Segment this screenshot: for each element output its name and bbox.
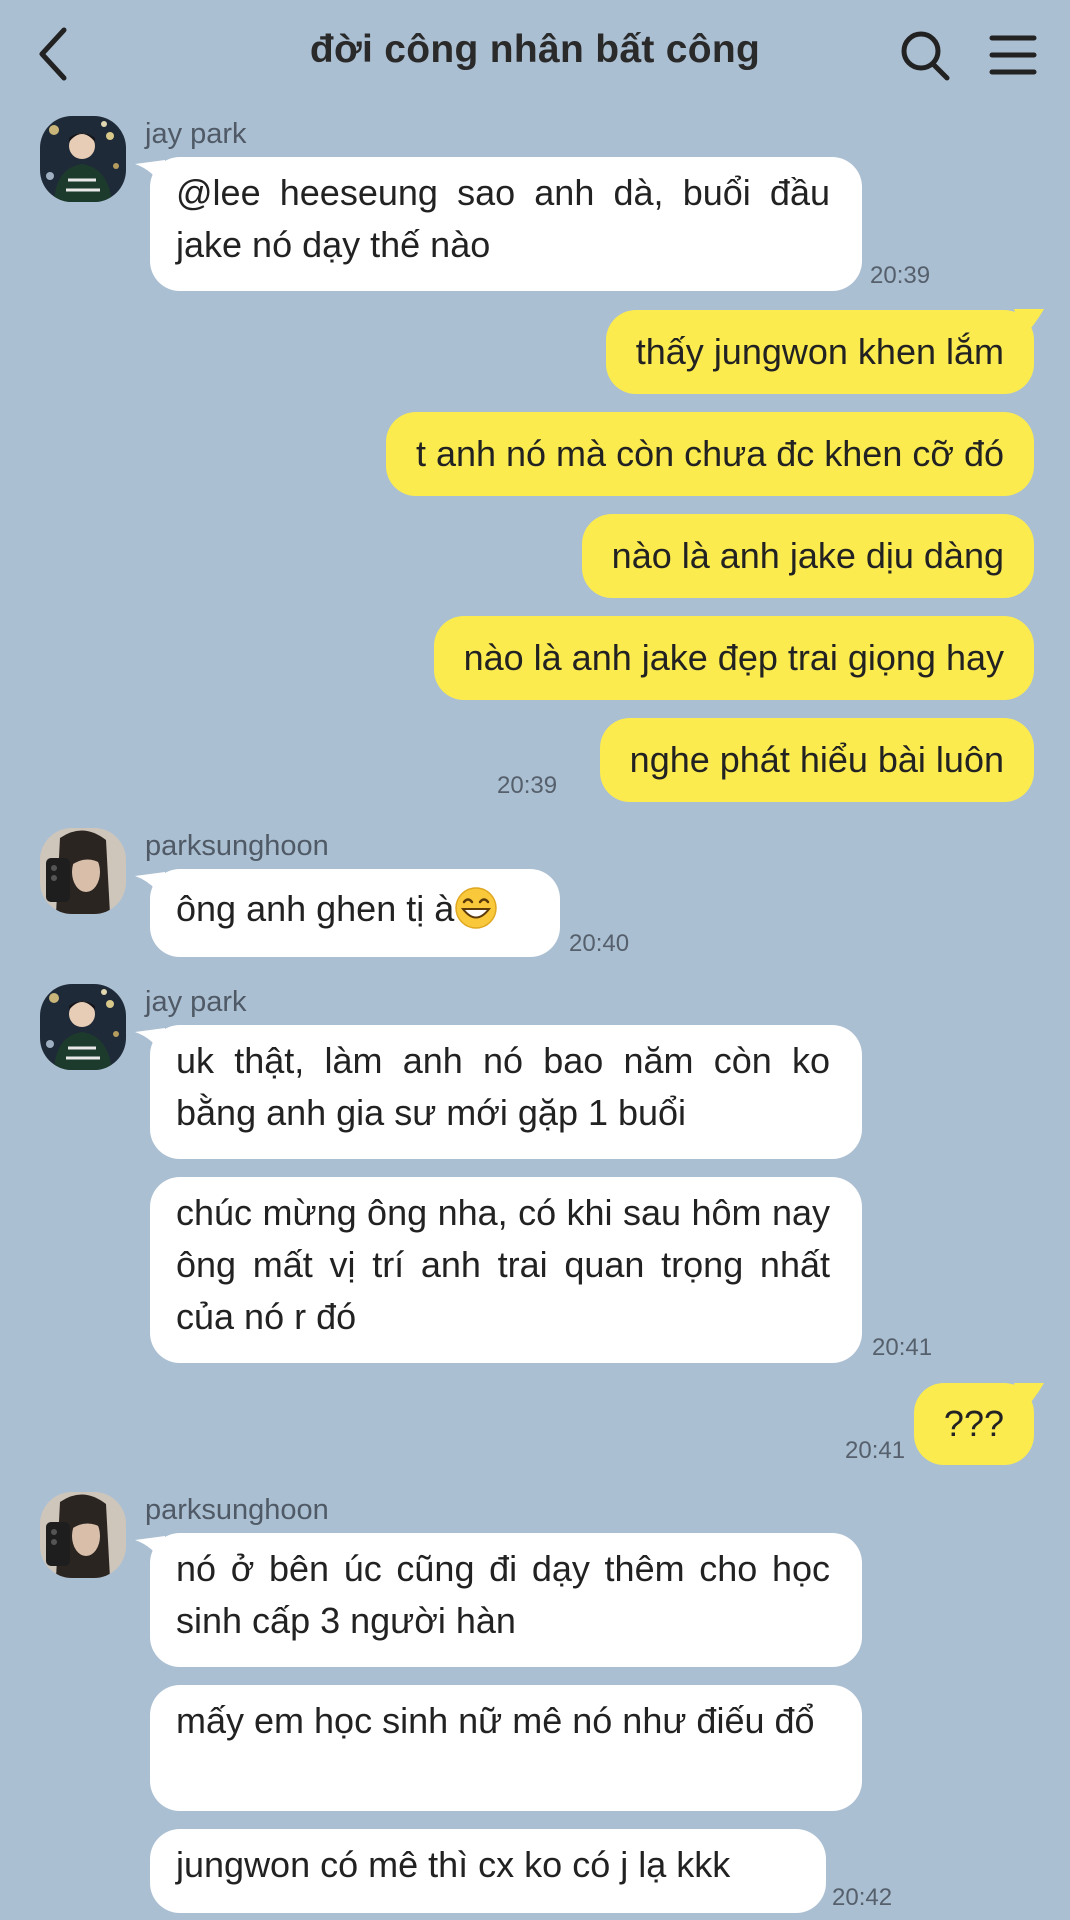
chat-header: đời công nhân bất công <box>0 0 1070 110</box>
message-timestamp: 20:40 <box>569 930 630 957</box>
avatar-parksunghoon[interactable] <box>40 1492 126 1578</box>
message-bubble[interactable]: @lee heeseung sao anh dà, buổi đầu jake … <box>150 157 862 291</box>
search-button[interactable] <box>898 26 952 84</box>
sender-name: jay park <box>145 986 247 1018</box>
menu-button[interactable] <box>988 30 1038 80</box>
sender-name: parksunghoon <box>145 830 329 862</box>
message-bubble[interactable]: t anh nó mà còn chưa đc khen cỡ đó <box>385 412 1034 496</box>
message-timestamp: 20:39 <box>870 262 931 289</box>
avatar-parksunghoon[interactable] <box>40 828 126 914</box>
message-timestamp: 20:39 <box>497 772 558 799</box>
message-text: ông anh ghen tị à <box>176 888 455 929</box>
message-bubble[interactable]: ??? <box>913 1383 1034 1465</box>
message-bubble[interactable]: nghe phát hiểu bài luôn <box>599 718 1034 802</box>
message-bubble[interactable]: thấy jungwon khen lắm <box>605 310 1034 394</box>
message-bubble[interactable]: mấy em học sinh nữ mê nó như điếu đổ <box>150 1685 862 1811</box>
message-bubble[interactable]: chúc mừng ông nha, có khi sau hôm nay ôn… <box>150 1177 862 1363</box>
search-icon <box>901 31 950 81</box>
message-timestamp: 20:41 <box>872 1334 933 1361</box>
message-bubble[interactable]: uk thật, làm anh nó bao năm còn ko bằng … <box>150 1025 862 1159</box>
sender-name: parksunghoon <box>145 1494 329 1526</box>
message-bubble[interactable]: nào là anh jake dịu dàng <box>581 514 1034 598</box>
message-timestamp: 20:41 <box>845 1437 906 1464</box>
message-bubble[interactable]: nó ở bên úc cũng đi dạy thêm cho học sin… <box>150 1533 862 1667</box>
message-bubble[interactable]: jungwon có mê thì cx ko có j lạ kkk <box>150 1829 826 1913</box>
message-bubble[interactable]: nào là anh jake đẹp trai giọng hay <box>433 616 1034 700</box>
avatar-jay-park[interactable] <box>40 116 126 202</box>
grinning-face-icon <box>455 887 497 930</box>
sender-name: jay park <box>145 118 247 150</box>
message-timestamp: 20:42 <box>832 1884 893 1911</box>
avatar-jay-park[interactable] <box>40 984 126 1070</box>
hamburger-menu-icon <box>989 35 1037 75</box>
message-bubble[interactable]: ông anh ghen tị à <box>150 869 560 957</box>
